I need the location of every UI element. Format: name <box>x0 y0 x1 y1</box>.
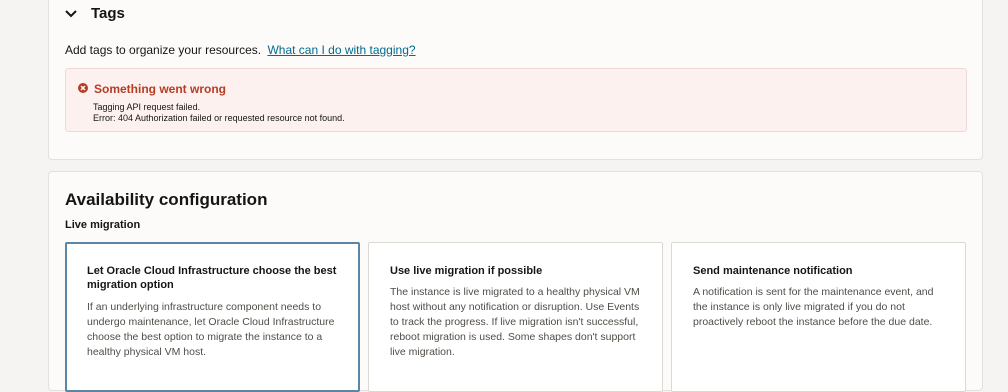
availability-title: Availability configuration <box>65 190 268 209</box>
tags-section-toggle[interactable]: Tags <box>65 5 125 22</box>
error-title: Something went wrong <box>94 82 226 96</box>
option-card-description: A notification is sent for the maintenan… <box>693 286 934 328</box>
error-message-line: Tagging API request failed. <box>93 102 201 112</box>
error-detail-line: Error: 404 Authorization failed or reque… <box>93 113 345 123</box>
option-card-description: If an underlying infrastructure componen… <box>87 301 335 358</box>
error-alert: Something went wrong Tagging API request… <box>65 68 967 132</box>
availability-panel: Availability configuration Live migratio… <box>48 171 983 392</box>
option-card-title: Let Oracle Cloud Infrastructure choose t… <box>87 265 337 291</box>
option-card-live-migration[interactable]: Use live migration if possible The insta… <box>368 242 663 392</box>
error-circle-icon <box>78 80 88 98</box>
tagging-help-link[interactable]: What can I do with tagging? <box>267 43 415 57</box>
tags-panel: Tags Add tags to organize your resources… <box>48 0 983 160</box>
error-alert-header: Something went wrong <box>78 80 226 98</box>
tags-section-title: Tags <box>91 5 125 22</box>
option-card-oci-choose[interactable]: Let Oracle Cloud Infrastructure choose t… <box>65 242 360 392</box>
option-card-title: Send maintenance notification <box>693 265 853 277</box>
chevron-down-icon[interactable] <box>65 6 87 22</box>
tags-description: Add tags to organize your resources. Wha… <box>65 43 416 57</box>
option-card-title: Use live migration if possible <box>390 265 543 277</box>
tags-description-text: Add tags to organize your resources. <box>65 43 262 57</box>
option-card-description: The instance is live migrated to a healt… <box>390 286 640 358</box>
option-card-maintenance-notification[interactable]: Send maintenance notification A notifica… <box>671 242 966 392</box>
live-migration-label: Live migration <box>65 219 141 231</box>
